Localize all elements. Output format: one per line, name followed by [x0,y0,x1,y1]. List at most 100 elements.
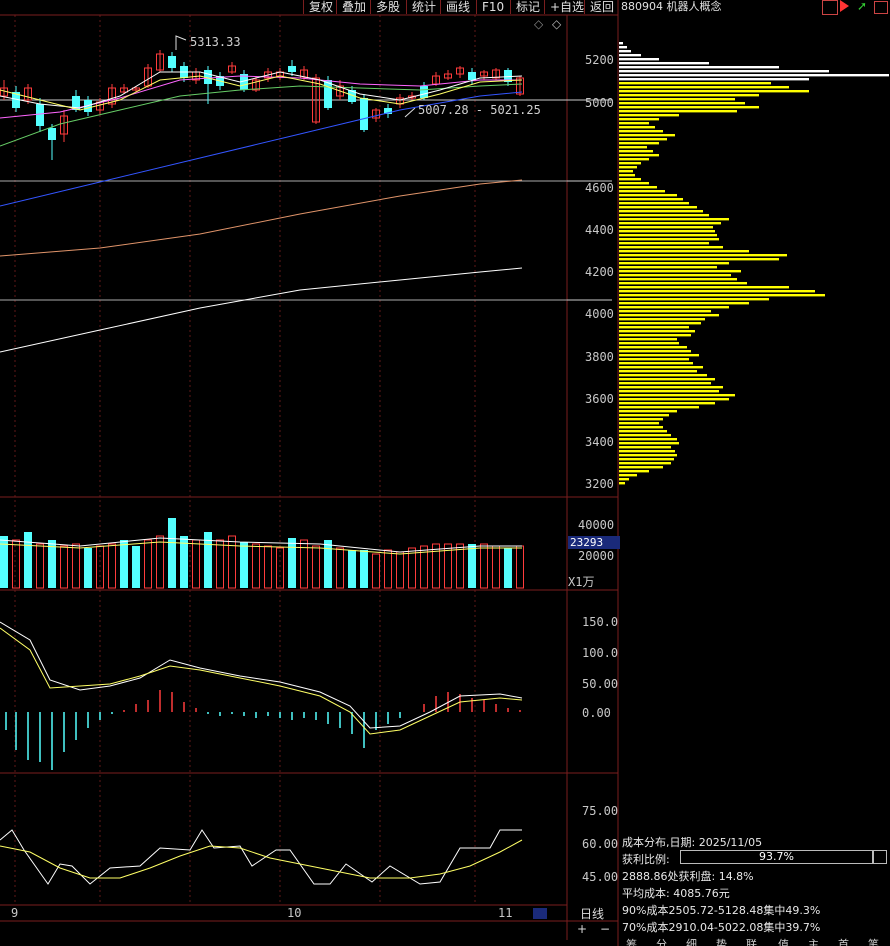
chip-bar [619,450,675,453]
price-axis-4600: 4600 [585,181,614,195]
price-axis-3800: 3800 [585,350,614,364]
chip-bar [619,406,699,409]
chip-bar-profit [619,58,659,61]
chip-bar [619,410,677,413]
chip-bar [619,318,705,321]
chip-bar [619,234,717,237]
chip-bar [619,374,707,377]
chip-bar [619,182,649,185]
macd-axis-0: 0.00 [582,706,611,720]
chip-bar [619,390,719,393]
chip-bar [619,366,703,369]
stock-chart [0,0,889,946]
chip-bar [619,418,663,421]
chip-bar [619,438,677,441]
price-axis-4200: 4200 [585,265,614,279]
chip-bar [619,310,711,313]
chip-bar [619,282,747,285]
chip-bar [619,102,745,105]
chip-bar [619,422,659,425]
chip-bar [619,82,771,85]
volume-ma-white [0,537,522,553]
volume-bar [324,540,332,588]
chip-bar-profit [619,42,623,45]
chip-bar [619,262,729,265]
chip-bar [619,266,717,269]
chip-bar [619,482,625,485]
chip-bar [619,142,659,145]
volume-bar [252,543,260,589]
chip-bar [619,110,737,113]
volume-bar [432,543,440,589]
volume-bar [396,551,404,589]
period-button-daily[interactable]: 日线 [580,905,604,922]
zoom-in-button[interactable]: + [577,922,587,936]
chip-bar [619,446,671,449]
volume-bar [72,543,80,589]
date-cursor-marker [533,908,547,919]
profit-ratio-value: 93.7% [759,850,794,863]
chip-bar [619,114,679,117]
volume-bar [504,548,512,588]
cost-90pct: 90%成本2505.72-5128.48集中49.3% [622,904,821,917]
chip-bar [619,202,689,205]
volume-bar [468,544,476,588]
chip-bar [619,382,711,385]
chip-bar [619,298,769,301]
chip-bar [619,194,677,197]
volume-bar [228,535,236,589]
bottom-tab-fen[interactable]: 分 [656,936,667,946]
chip-bar [619,270,741,273]
chip-bar-profit [619,46,627,49]
diamond-icon[interactable]: ◇ [534,17,543,31]
volume-bar [168,518,176,588]
volume-bar [264,545,272,589]
close-icon[interactable]: ◇ [552,17,561,31]
bottom-tab-shou[interactable]: 首 [838,936,849,946]
bottom-tab-shi[interactable]: 势 [716,936,727,946]
chip-bar [619,274,731,277]
chip-bar [619,458,674,461]
cost-70pct: 70%成本2910.04-5022.08集中39.7% [622,921,821,934]
chip-bar [619,174,635,177]
candle-body [168,56,176,68]
volume-bar [516,545,524,589]
volume-bar [36,543,44,589]
volume-bar [348,550,356,588]
chip-bar [619,370,697,373]
volume-bar [360,550,368,588]
zoom-out-button[interactable]: − [600,922,610,936]
volume-bar [216,539,224,589]
kdj-axis-60: 60.00 [582,837,619,851]
date-label-9: 9 [11,906,19,920]
chip-bar [619,478,629,481]
chip-bar [619,290,815,293]
profit-ratio-end [873,850,887,864]
bottom-tab-xi[interactable]: 细 [686,936,697,946]
chip-bar [619,358,689,361]
chip-bar [619,246,723,249]
cost-dist-date: 成本分布,日期: 2025/11/05 [622,836,763,849]
bottom-tab-bi[interactable]: 笔 [868,936,879,946]
chip-bar [619,350,691,353]
volume-bar [240,542,248,588]
chip-bar [619,278,737,281]
chip-bar [619,330,695,333]
bottom-tab-zhi[interactable]: 值 [778,936,789,946]
ma-line-orange [0,179,523,257]
chip-bar [619,178,641,181]
chip-bar [619,286,789,289]
bottom-tab-lian[interactable]: 联 [746,936,757,946]
chip-bar [619,314,719,317]
candle-body [36,104,44,126]
chip-bar [619,306,729,309]
chip-bar [619,154,659,157]
chip-bar [619,466,663,469]
volume-bar [456,543,464,589]
chip-bar [619,238,719,241]
chip-bar [619,430,667,433]
chip-bar [619,386,723,389]
bottom-tab-chou[interactable]: 筹 [626,936,637,946]
chip-bar-profit [619,70,829,73]
bottom-tab-zhu[interactable]: 主 [808,936,819,946]
